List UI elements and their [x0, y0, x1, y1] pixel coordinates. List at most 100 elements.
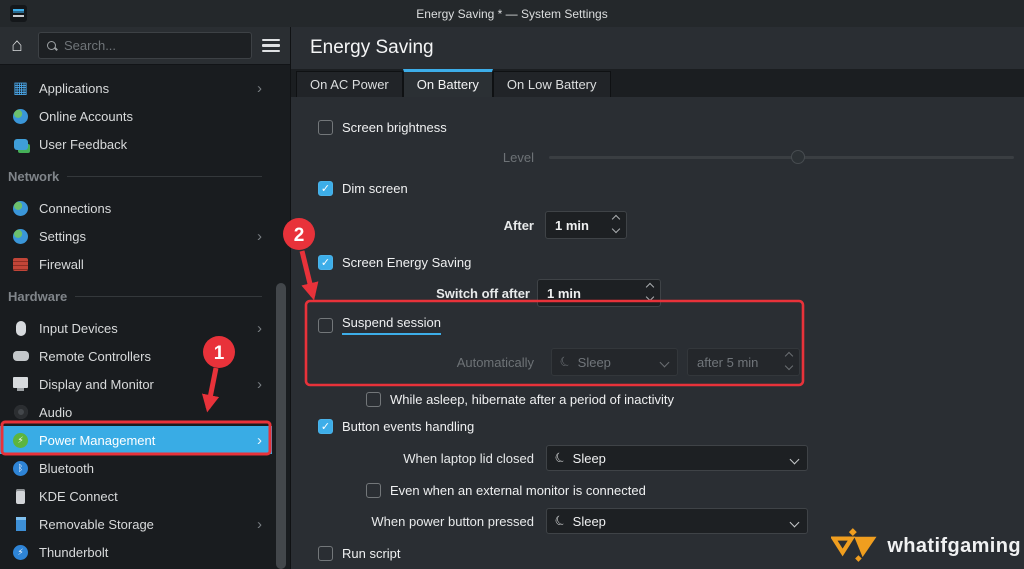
sleep-moon-icon: ☾: [556, 352, 575, 371]
screen-energy-saving-row[interactable]: ✓ Screen Energy Saving: [318, 250, 471, 274]
checkbox-label: Suspend session: [342, 315, 442, 335]
sidebar-scrollbar[interactable]: [276, 283, 286, 569]
automatically-row: Automatically ☾ Sleep after 5 min: [291, 348, 800, 376]
dropdown-value: Sleep: [572, 513, 606, 529]
tab-on-low-battery[interactable]: On Low Battery: [492, 71, 611, 97]
button-events-checkbox[interactable]: ✓: [318, 418, 333, 434]
sidebar-item-kde-connect[interactable]: KDE Connect: [0, 482, 272, 510]
spinbox-arrows[interactable]: [611, 214, 621, 234]
hamburger-menu-icon[interactable]: [262, 39, 280, 53]
spinbox-value: after 5 min: [697, 354, 759, 370]
run-script-row[interactable]: Run script: [318, 541, 401, 565]
checkbox-label: Screen brightness: [342, 119, 447, 135]
sidebar-item-applications[interactable]: ▦ Applications ›: [0, 74, 272, 102]
sidebar-item-thunderbolt[interactable]: ⚡ Thunderbolt: [0, 538, 272, 566]
button-events-row[interactable]: ✓ Button events handling: [318, 414, 474, 438]
page-header: Energy Saving: [291, 27, 1024, 69]
switch-off-after-spinbox[interactable]: 1 min: [537, 279, 661, 307]
sidebar-item-label: Input Devices: [39, 320, 118, 336]
sidebar-item-power-management[interactable]: ⚡ Power Management ›: [0, 426, 272, 454]
chevron-right-icon: ›: [257, 375, 262, 393]
switch-off-after-row: Switch off after 1 min: [291, 279, 661, 307]
dropdown-value: Sleep: [572, 450, 606, 466]
run-script-checkbox[interactable]: [318, 545, 333, 561]
spinbox-value: 1 min: [555, 217, 589, 233]
switch-off-after-label: Switch off after: [436, 285, 530, 301]
sidebar-item-remote-controllers[interactable]: Remote Controllers: [0, 342, 272, 370]
external-monitor-checkbox[interactable]: [366, 482, 381, 498]
window-title: Energy Saving * — System Settings: [416, 6, 608, 21]
dim-screen-row[interactable]: ✓ Dim screen: [318, 176, 408, 200]
automatically-label: Automatically: [456, 354, 534, 370]
hibernate-inactivity-checkbox[interactable]: [366, 391, 381, 407]
home-icon[interactable]: ⌂: [7, 35, 27, 56]
dim-screen-checkbox[interactable]: ✓: [318, 180, 333, 196]
sidebar-item-input-devices[interactable]: Input Devices ›: [0, 314, 272, 342]
sidebar-item-label: Applications: [39, 80, 110, 96]
whatifgaming-logo-icon: [831, 528, 877, 562]
spinbox-value: 1 min: [547, 285, 581, 301]
sidebar-toolbar: ⌂ Search...: [0, 27, 290, 65]
automatically-delay-spinbox: after 5 min: [687, 348, 800, 376]
slider-handle[interactable]: [790, 150, 805, 164]
hibernate-inactivity-row[interactable]: While asleep, hibernate after a period o…: [366, 387, 674, 411]
sidebar-list: ▦ Applications › Online Accounts User Fe…: [0, 66, 272, 569]
level-label: Level: [502, 149, 534, 165]
search-icon: [47, 40, 57, 51]
checkbox-label: Screen Energy Saving: [342, 254, 472, 270]
external-monitor-row[interactable]: Even when an external monitor is connect…: [366, 478, 646, 502]
bluetooth-icon: ᛒ: [13, 460, 28, 476]
search-input[interactable]: Search...: [38, 32, 252, 59]
slider-track: [549, 156, 1014, 159]
checkbox-label: Even when an external monitor is connect…: [390, 482, 646, 498]
brightness-level-slider[interactable]: [549, 149, 1014, 165]
screen-brightness-row[interactable]: Screen brightness: [318, 115, 447, 139]
sidebar-item-audio[interactable]: Audio: [0, 398, 272, 426]
chevron-right-icon: ›: [257, 227, 262, 245]
sidebar-item-label: Connections: [39, 200, 112, 216]
sidebar-item-label: Bluetooth: [39, 460, 94, 476]
lid-closed-row: When laptop lid closed ☾ Sleep: [291, 445, 808, 471]
chevron-right-icon: ›: [257, 79, 262, 97]
spinbox-arrows[interactable]: [645, 282, 655, 302]
brightness-level-row: Level: [291, 145, 1014, 169]
sidebar-item-label: Removable Storage: [39, 516, 154, 532]
applications-icon: ▦: [12, 80, 29, 97]
sidebar-item-online-accounts[interactable]: Online Accounts: [0, 102, 272, 130]
lid-closed-dropdown[interactable]: ☾ Sleep: [546, 445, 808, 471]
titlebar: Energy Saving * — System Settings: [0, 0, 1024, 27]
sidebar-item-label: Settings: [39, 228, 86, 244]
dropdown-value: Sleep: [577, 354, 611, 370]
section-label: Network: [8, 168, 60, 184]
sidebar-item-label: Power Management: [39, 432, 156, 448]
sidebar-item-label: Audio: [39, 404, 73, 420]
sidebar-item-user-feedback[interactable]: User Feedback: [0, 130, 272, 158]
screen-energy-saving-checkbox[interactable]: ✓: [318, 254, 333, 270]
dim-after-spinbox[interactable]: 1 min: [545, 211, 627, 239]
page-title: Energy Saving: [310, 37, 434, 58]
screen-brightness-checkbox[interactable]: [318, 119, 333, 135]
checkbox-label: Dim screen: [342, 180, 408, 196]
tab-on-ac-power[interactable]: On AC Power: [296, 71, 403, 97]
spinbox-arrows: [784, 351, 794, 371]
tab-on-battery[interactable]: On Battery: [402, 69, 493, 97]
sidebar-item-connections[interactable]: Connections: [0, 194, 272, 222]
lid-closed-label: When laptop lid closed: [403, 450, 534, 466]
checkbox-label: Button events handling: [342, 418, 475, 434]
power-button-row: When power button pressed ☾ Sleep: [291, 508, 808, 534]
sidebar-item-network-settings[interactable]: Settings ›: [0, 222, 272, 250]
watermark: whatifgaming: [831, 524, 1021, 568]
sidebar-item-label: User Feedback: [39, 136, 128, 152]
suspend-session-checkbox[interactable]: [318, 317, 333, 333]
sidebar-item-bluetooth[interactable]: ᛒ Bluetooth: [0, 454, 272, 482]
chevron-down-icon: [789, 517, 800, 528]
system-settings-app-icon: [10, 5, 27, 22]
display-monitor-icon: [13, 376, 28, 391]
sidebar-item-display-and-monitor[interactable]: Display and Monitor ›: [0, 370, 272, 398]
section-label: Hardware: [8, 288, 68, 304]
sidebar-item-removable-storage[interactable]: Removable Storage ›: [0, 510, 272, 538]
suspend-session-row[interactable]: Suspend session: [318, 313, 442, 337]
sidebar-item-firewall[interactable]: Firewall: [0, 250, 272, 278]
power-button-dropdown[interactable]: ☾ Sleep: [546, 508, 808, 534]
network-settings-icon: [13, 228, 28, 244]
